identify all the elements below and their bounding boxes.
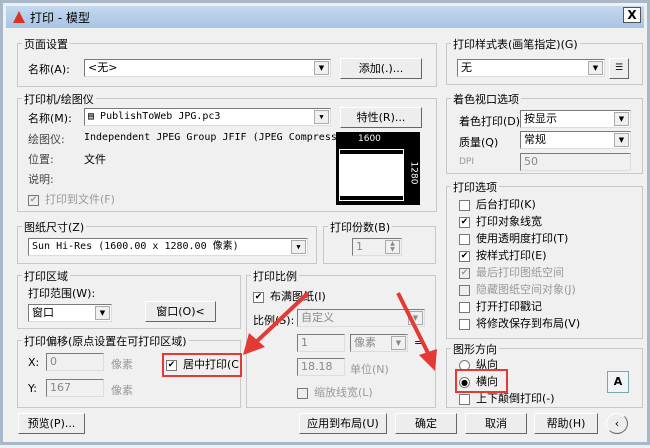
arrow-line: [396, 292, 430, 354]
annotation-arrows: [243, 291, 437, 371]
arrow-head: [419, 349, 437, 371]
arrow-line: [253, 291, 310, 345]
print-dialog: 打印 - 模型 X 页面设置 名称(A): <无> ▼ 添加(.)... 打印机/…: [0, 0, 650, 445]
